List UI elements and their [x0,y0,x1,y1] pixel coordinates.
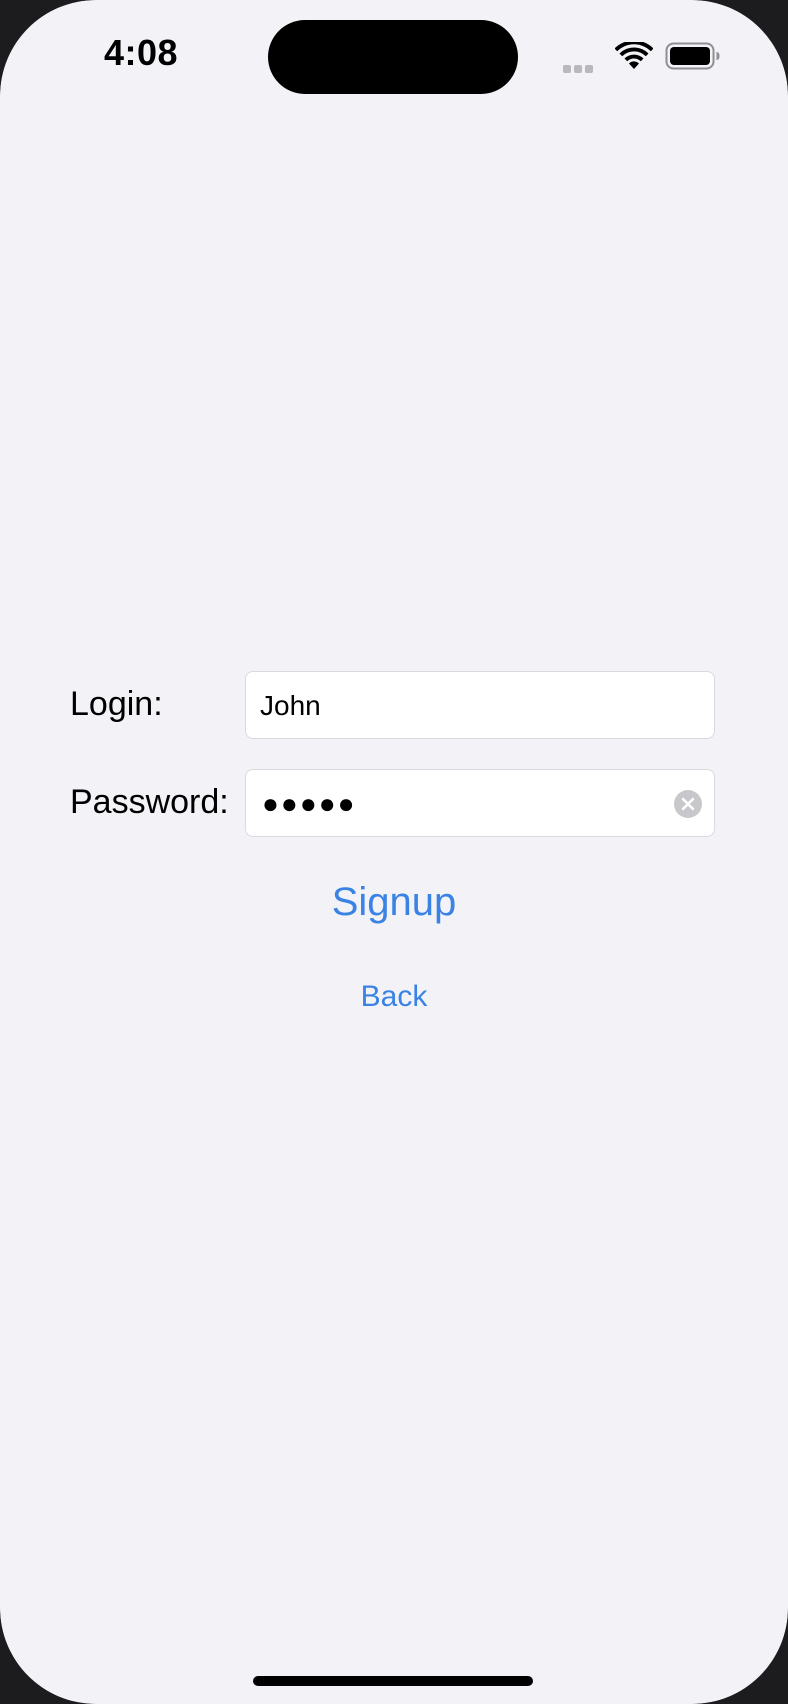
status-time: 4:08 [104,32,179,73]
password-row: Password: ●●●●● [0,769,788,839]
clear-text-icon[interactable] [674,790,702,818]
login-row: Login: John [0,671,788,741]
signup-button[interactable]: Signup [0,880,788,925]
password-value: ●●●●● [262,788,357,819]
dynamic-island [268,20,518,94]
phone-frame: 4:08 Login: John Password: ●●●●● Signup … [0,0,788,1704]
login-label: Login: [70,685,163,723]
home-indicator[interactable] [253,1676,533,1686]
login-value: John [260,690,321,721]
screen: 4:08 Login: John Password: ●●●●● Signup … [0,0,788,1704]
battery-icon [665,42,720,70]
status-bar: 4:08 [0,0,788,120]
back-button[interactable]: Back [0,980,788,1014]
cellular-signal-icon [563,60,605,73]
password-label: Password: [70,783,229,821]
wifi-icon [615,42,653,69]
login-field[interactable]: John [245,671,715,739]
password-field[interactable]: ●●●●● [245,769,715,837]
